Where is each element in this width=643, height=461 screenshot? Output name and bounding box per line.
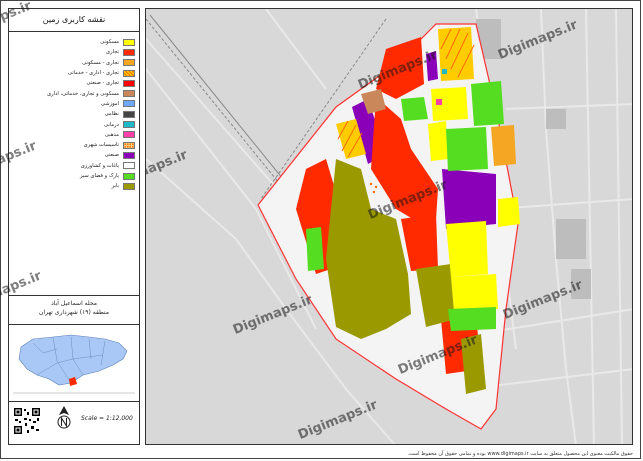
- land-use-map: [146, 9, 632, 444]
- district-name: منطقه (۱۹) شهرداری تهران: [39, 309, 109, 316]
- legend-label: صنعتی: [104, 152, 119, 159]
- parcel-park: [448, 307, 496, 331]
- copyright-footer: حقوق مالکیت معنوی این محصول متعلق به سای…: [407, 451, 633, 457]
- legend-label: تجاری - اداری - خدماتی: [67, 70, 119, 77]
- parcel-residential: [446, 221, 488, 277]
- legend-label: پارک و فضای سبز: [79, 173, 119, 179]
- legend-item: نظامی: [15, 109, 135, 119]
- legend-footer: Scale = 1:12,000: [9, 401, 139, 445]
- legend-label: تجاری - مسکونی: [82, 59, 119, 66]
- legend-swatch: [123, 38, 135, 46]
- legend-title: نقشه کاربری زمین: [9, 9, 139, 32]
- legend-label: درمانی: [104, 121, 119, 128]
- legend-swatch: [123, 90, 135, 98]
- legend-item: بایر: [15, 181, 135, 191]
- legend-label: تاسیسات شهری: [83, 142, 119, 149]
- legend-swatch: [123, 141, 135, 149]
- legend-swatch: [123, 121, 135, 129]
- legend-label: تجاری: [106, 49, 119, 56]
- parcel-residential: [498, 197, 520, 227]
- parcel-park: [401, 97, 428, 121]
- parcel-residential: [428, 121, 448, 161]
- legend-label: بایر: [111, 183, 119, 190]
- north-arrow-icon: [57, 406, 71, 429]
- legend-swatch: [123, 48, 135, 56]
- locator-minimap: [13, 329, 135, 395]
- area-title: محله اسماعیل آباد منطقه (۱۹) شهرداری تهر…: [9, 299, 139, 317]
- legend-swatch: [123, 100, 135, 108]
- legend-swatch: [123, 59, 135, 67]
- legend-item: آموزشی: [15, 99, 135, 109]
- legend-label: مسکونی و تجاری، خدماتی، اداری: [47, 90, 119, 97]
- legend-item: تجاری - اداری - خدماتی: [15, 68, 135, 78]
- parcel-park: [471, 81, 504, 126]
- legend-divider: [9, 324, 139, 325]
- legend-item: تجاری: [15, 47, 135, 57]
- legend-items: مسکونی تجاری تجاری - مسکونی تجاری - اداری -…: [15, 37, 135, 191]
- parcel-religious: [436, 99, 442, 105]
- legend-label: نظامی: [104, 111, 119, 118]
- legend-divider: [9, 295, 139, 296]
- legend-swatch: [123, 69, 135, 77]
- parcel-medical: [442, 69, 447, 74]
- legend-panel: نقشه کاربری زمین مسکونی تجاری تجاری - مسکو…: [8, 8, 140, 445]
- legend-label: مسکونی: [100, 39, 119, 46]
- area-name: محله اسماعیل آباد: [51, 300, 97, 307]
- legend-swatch: [123, 162, 135, 170]
- legend-item: تاسیسات شهری: [15, 140, 135, 150]
- parcel-industrial: [426, 51, 438, 81]
- legend-swatch: [123, 110, 135, 118]
- legend-swatch: [123, 151, 135, 159]
- legend-item: پارک و فضای سبز: [15, 171, 135, 181]
- legend-label: مذهبی: [104, 131, 119, 138]
- legend-swatch: [123, 172, 135, 180]
- parcel-residential: [451, 274, 498, 312]
- parcel-commercial-residential: [491, 125, 516, 166]
- legend-item: باغات و کشاورزی: [15, 161, 135, 171]
- qr-code-icon: [13, 407, 41, 435]
- legend-swatch: [123, 131, 135, 139]
- legend-swatch: [123, 79, 135, 87]
- legend-item: تجاری - صنعتی: [15, 78, 135, 88]
- legend-item: درمانی: [15, 119, 135, 129]
- map-view: Digimaps.ir Digimaps.ir Digimaps.ir Digi…: [145, 8, 633, 445]
- legend-item: مذهبی: [15, 130, 135, 140]
- legend-item: تجاری - مسکونی: [15, 58, 135, 68]
- legend-item: مسکونی: [15, 37, 135, 47]
- legend-swatch: [123, 182, 135, 190]
- legend-label: باغات و کشاورزی: [80, 162, 119, 169]
- scale-label: Scale = 1:12,000: [81, 415, 133, 422]
- legend-item: صنعتی: [15, 150, 135, 160]
- parcel-park: [306, 227, 324, 271]
- parcel-park: [446, 127, 488, 171]
- legend-label: آموزشی: [100, 100, 119, 107]
- legend-label: تجاری - صنعتی: [86, 80, 119, 87]
- legend-item: مسکونی و تجاری، خدماتی، اداری: [15, 88, 135, 98]
- parcel-industrial: [442, 169, 496, 229]
